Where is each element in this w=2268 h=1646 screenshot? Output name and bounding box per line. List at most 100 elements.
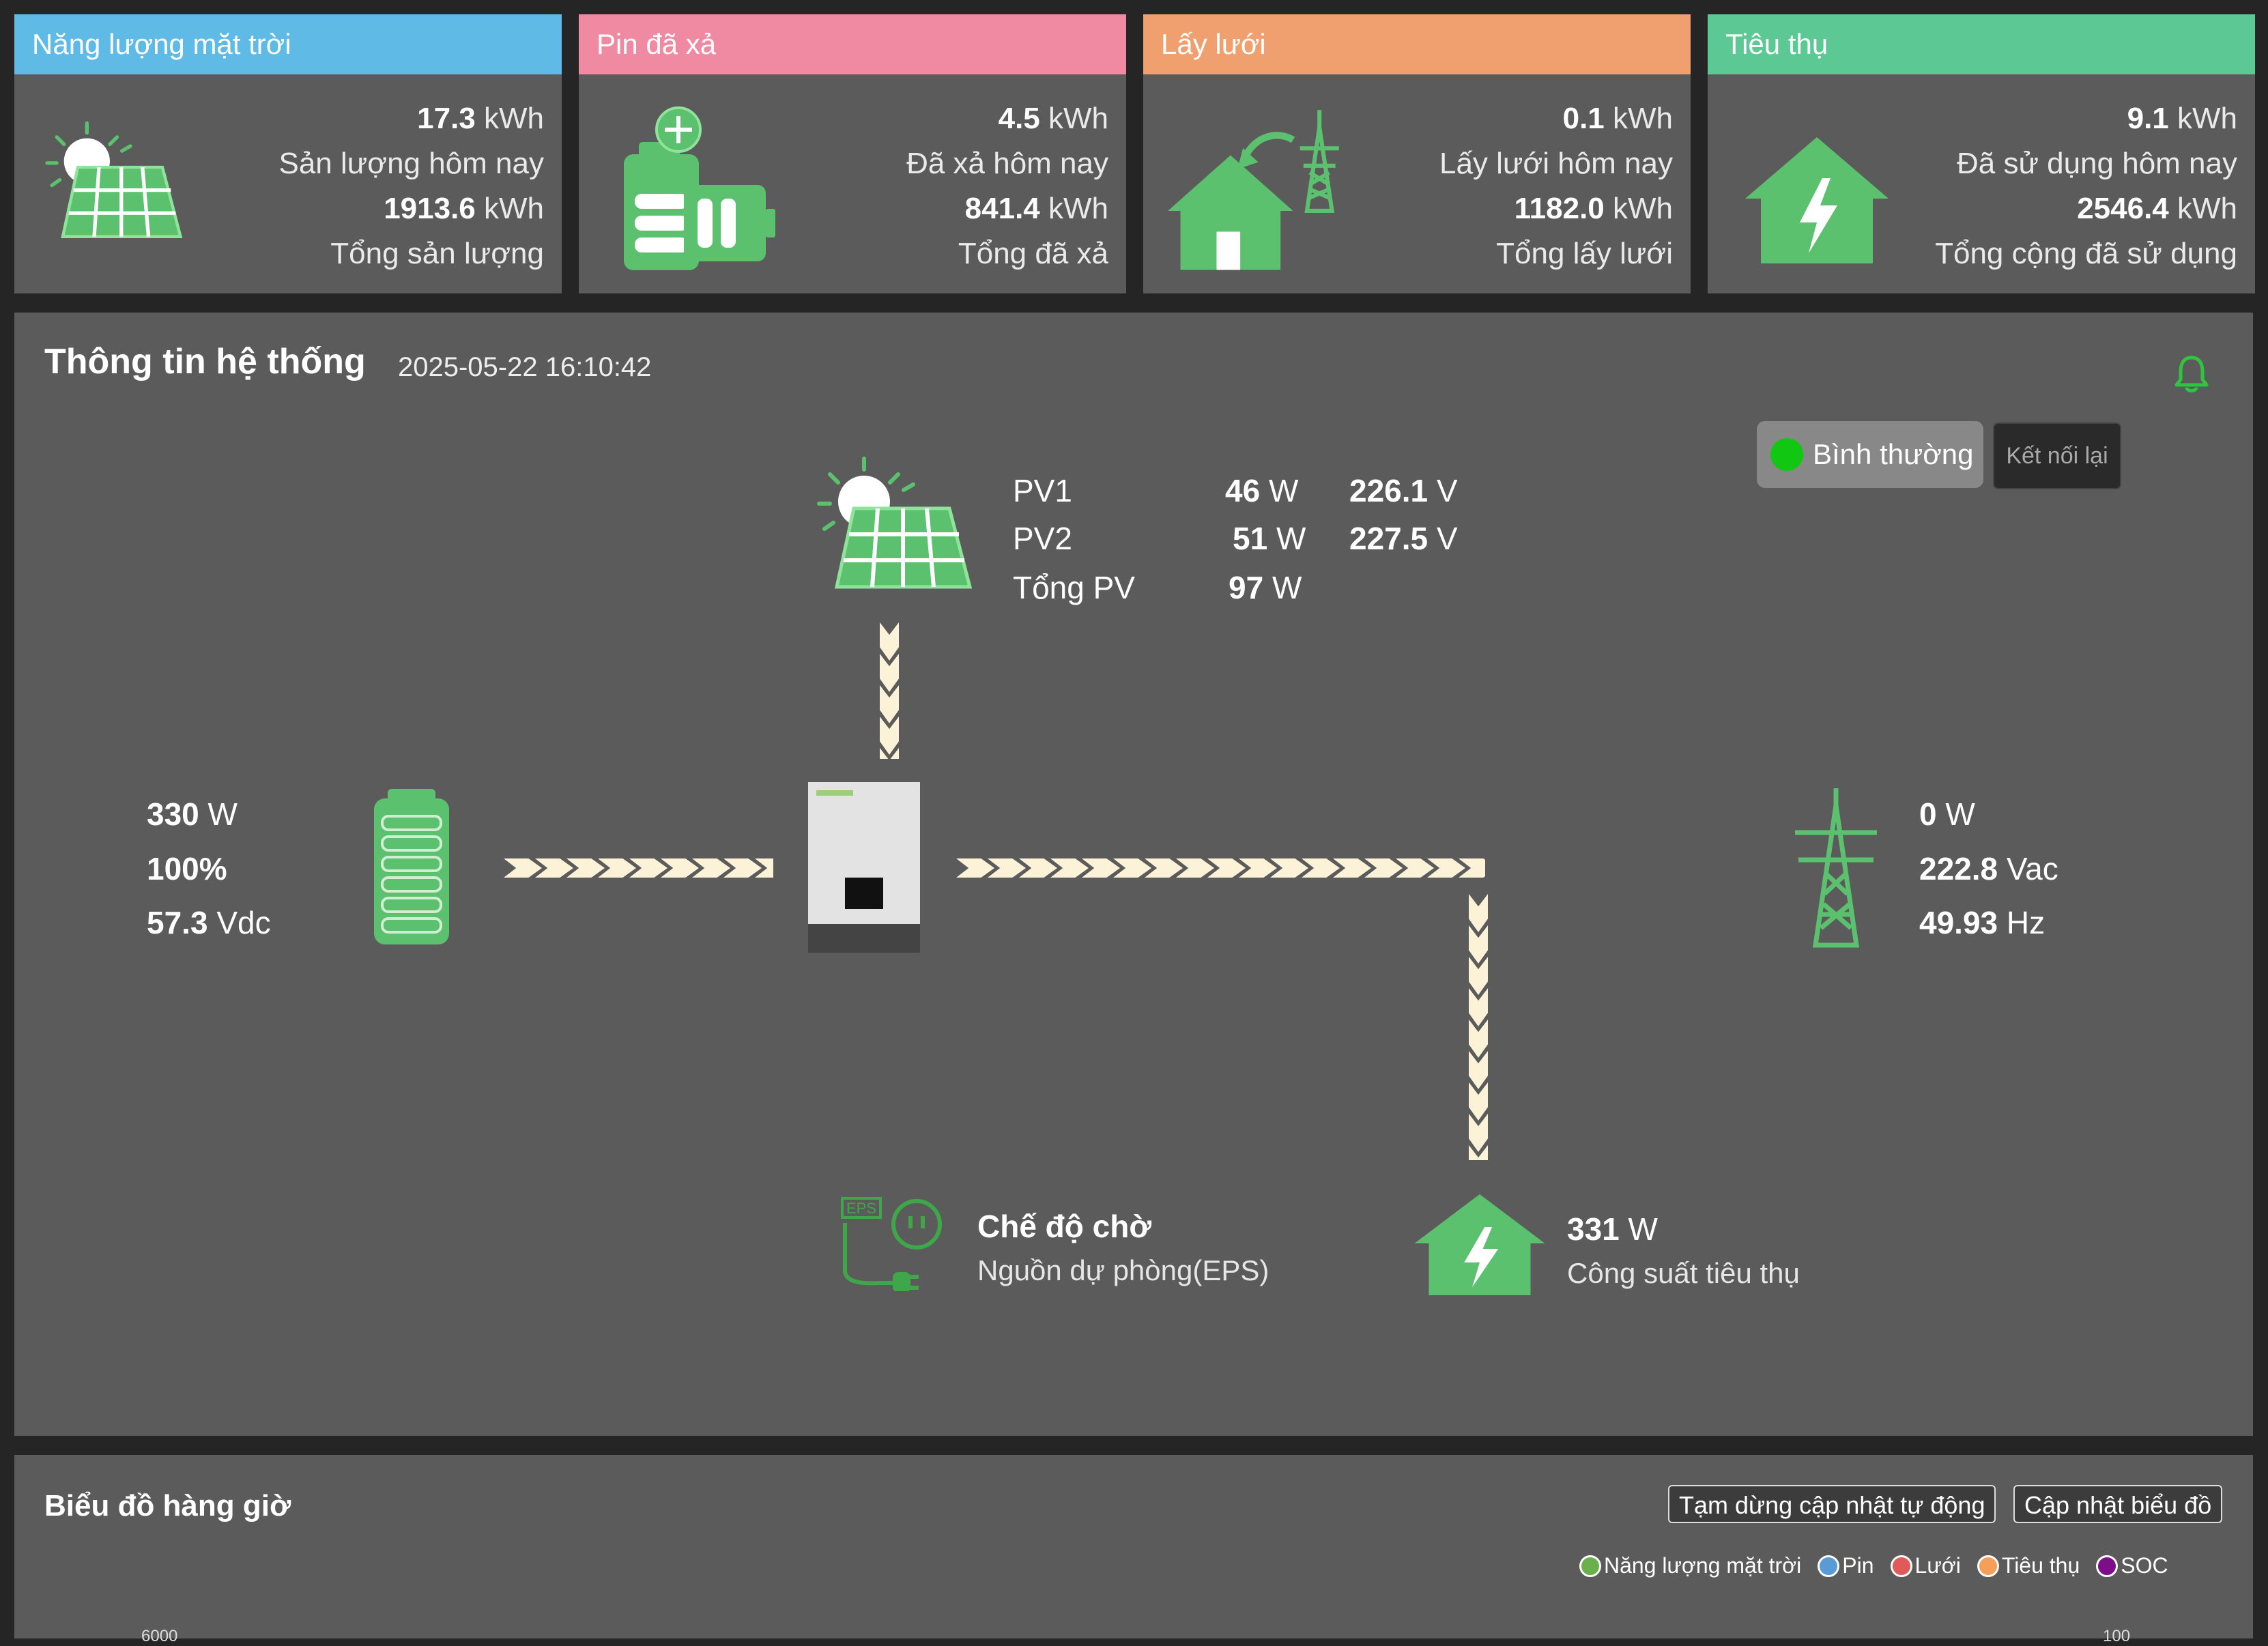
legend-item-soc[interactable]: SOC bbox=[2096, 1553, 2168, 1578]
card-consumption-header: Tiêu thụ bbox=[1708, 14, 2255, 74]
card-battery-header: Pin đã xả bbox=[579, 14, 1126, 74]
solar-panel-icon bbox=[809, 444, 973, 594]
today-label: Đã sử dụng hôm nay bbox=[1956, 147, 2237, 180]
today-label: Lấy lưới hôm nay bbox=[1439, 147, 1673, 180]
legend-item-grid[interactable]: Lưới bbox=[1890, 1553, 1961, 1578]
legend-swatch bbox=[1977, 1555, 1999, 1577]
legend-item-battery[interactable]: Pin bbox=[1818, 1553, 1874, 1578]
power-tower-icon bbox=[1788, 785, 1884, 949]
grid-voltage-value: 222.8 bbox=[1919, 851, 1998, 886]
pv1-power-unit: W bbox=[1268, 473, 1299, 508]
pv1-power-value: 46 bbox=[1225, 473, 1261, 508]
pv-total-power-value: 97 bbox=[1229, 570, 1264, 605]
pv1-voltage: 226.1 V bbox=[1349, 472, 1458, 509]
chart-legend: Năng lượng mặt trời Pin Lưới Tiêu thụ SO… bbox=[1579, 1553, 2168, 1578]
card-values: 0.1 kWh Lấy lưới hôm nay 1182.0 kWh Tổng… bbox=[1439, 96, 1673, 276]
flow-chevron bbox=[1459, 858, 1485, 878]
pv2-power: 51 W bbox=[1233, 520, 1306, 557]
today-value: 4.5 bbox=[998, 102, 1040, 135]
load-power-value: 331 bbox=[1567, 1211, 1620, 1247]
today-unit: kWh bbox=[2177, 102, 2237, 135]
bell-icon[interactable] bbox=[2172, 353, 2211, 394]
hourly-chart-panel: Biểu đồ hàng giờ 6000 100 bbox=[14, 1455, 2253, 1645]
battery-voltage: 57.3 Vdc bbox=[147, 904, 271, 941]
card-consumption: Tiêu thụ 9.1 kWh Đã sử dụng hôm nay 2546… bbox=[1708, 14, 2255, 293]
card-values: 4.5 kWh Đã xả hôm nay 841.4 kWh Tổng đã … bbox=[906, 96, 1108, 276]
flow-arrow-inverter-to-load-vertical bbox=[1465, 894, 1492, 1160]
status-badge: Bình thường bbox=[1757, 421, 1983, 488]
grid-power-value: 0 bbox=[1919, 796, 1937, 832]
solar-panel-icon bbox=[35, 110, 205, 267]
legend-label: Tiêu thụ bbox=[2001, 1553, 2080, 1578]
chart-title: Biểu đồ hàng giờ bbox=[44, 1489, 291, 1522]
flow-chevron bbox=[880, 748, 899, 759]
grid-voltage: 222.8 Vac bbox=[1919, 850, 2058, 887]
legend-swatch bbox=[1579, 1555, 1601, 1577]
battery-voltage-unit: Vdc bbox=[216, 905, 271, 940]
legend-item-solar[interactable]: Năng lượng mặt trời bbox=[1579, 1553, 1801, 1578]
legend-swatch bbox=[1818, 1555, 1840, 1577]
flow-arrow-inverter-to-load-horizontal bbox=[956, 854, 1485, 882]
total-unit: kWh bbox=[1613, 192, 1673, 225]
reconnect-button[interactable]: Kết nối lại bbox=[1993, 422, 2121, 489]
today-unit: kWh bbox=[484, 102, 544, 135]
status-dot-icon bbox=[1770, 438, 1803, 471]
eps-title: Chế độ chờ bbox=[977, 1209, 1152, 1244]
pv2-power-unit: W bbox=[1276, 521, 1306, 556]
pv2-voltage-value: 227.5 bbox=[1349, 521, 1429, 556]
today-unit: kWh bbox=[1613, 102, 1673, 135]
load-power-unit: W bbox=[1628, 1211, 1658, 1247]
battery-soc: 100% bbox=[147, 850, 227, 887]
card-title: Lấy lưới bbox=[1161, 28, 1266, 60]
total-value: 1913.6 bbox=[384, 192, 476, 225]
pv-total-power: 97 W bbox=[1229, 569, 1302, 606]
status-label: Bình thường bbox=[1813, 438, 1974, 470]
card-grid: Lấy lưới 0.1 kWh Lấy lưới hôm nay 1182.0… bbox=[1143, 14, 1691, 293]
pv2-voltage: 227.5 V bbox=[1349, 520, 1458, 557]
system-timestamp: 2025-05-22 16:10:42 bbox=[398, 352, 652, 382]
total-value: 841.4 bbox=[964, 192, 1040, 225]
y-axis-right-top-tick: 100 bbox=[2103, 1627, 2131, 1645]
card-values: 17.3 kWh Sản lượng hôm nay 1913.6 kWh Tổ… bbox=[278, 96, 544, 276]
pv1-voltage-value: 226.1 bbox=[1349, 473, 1429, 508]
y-axis-left-top-tick: 6000 bbox=[141, 1627, 178, 1645]
refresh-chart-button[interactable]: Cập nhật biểu đồ bbox=[2013, 1485, 2223, 1523]
flow-chevron bbox=[755, 858, 773, 878]
pv-total-label: Tổng PV bbox=[1013, 570, 1135, 605]
battery-charge-icon bbox=[622, 106, 777, 272]
battery-power-unit: W bbox=[207, 796, 238, 832]
today-value: 9.1 bbox=[2127, 102, 2169, 135]
legend-label: Năng lượng mặt trời bbox=[1604, 1553, 1802, 1578]
legend-label: Lưới bbox=[1914, 1553, 1961, 1578]
grid-frequency-unit: Hz bbox=[2006, 905, 2045, 940]
today-value: 17.3 bbox=[417, 102, 476, 135]
pause-auto-update-button[interactable]: Tạm dừng cập nhật tự động bbox=[1668, 1485, 1996, 1523]
pv2-voltage-unit: V bbox=[1436, 521, 1458, 556]
card-battery: Pin đã xả 4.5 kWh Đã xả hôm nay 841.4 kW… bbox=[579, 14, 1126, 293]
today-unit: kWh bbox=[1048, 102, 1108, 135]
card-solar: Năng lượng mặt trời 17.3 kWh Sản lượng h… bbox=[14, 14, 562, 293]
card-title: Pin đã xả bbox=[597, 28, 717, 60]
legend-item-consumption[interactable]: Tiêu thụ bbox=[1977, 1553, 2080, 1578]
flow-arrow-pv-to-inverter bbox=[876, 622, 903, 759]
battery-power: 330 W bbox=[147, 796, 238, 833]
legend-swatch bbox=[1890, 1555, 1912, 1577]
battery-voltage-value: 57.3 bbox=[147, 905, 208, 940]
card-grid-header: Lấy lưới bbox=[1143, 14, 1691, 74]
card-solar-header: Năng lượng mặt trời bbox=[14, 14, 562, 74]
total-label: Tổng sản lượng bbox=[330, 237, 544, 270]
house-lightning-icon bbox=[1745, 137, 1889, 263]
eps-badge: EPS bbox=[846, 1200, 876, 1217]
card-title: Năng lượng mặt trời bbox=[32, 28, 291, 60]
grid-frequency-value: 49.93 bbox=[1919, 905, 1998, 940]
flow-chevron bbox=[1469, 1145, 1488, 1160]
pv1-power: 46 W bbox=[1225, 472, 1298, 509]
total-label: Tổng đã xả bbox=[958, 237, 1108, 270]
total-label: Tổng lấy lưới bbox=[1496, 237, 1673, 270]
flow-arrow-battery-to-inverter bbox=[504, 854, 773, 882]
today-label: Đã xả hôm nay bbox=[906, 147, 1108, 180]
total-value: 1182.0 bbox=[1514, 192, 1605, 225]
total-unit: kWh bbox=[1048, 192, 1108, 225]
today-value: 0.1 bbox=[1562, 102, 1605, 135]
pv1-voltage-unit: V bbox=[1436, 473, 1458, 508]
